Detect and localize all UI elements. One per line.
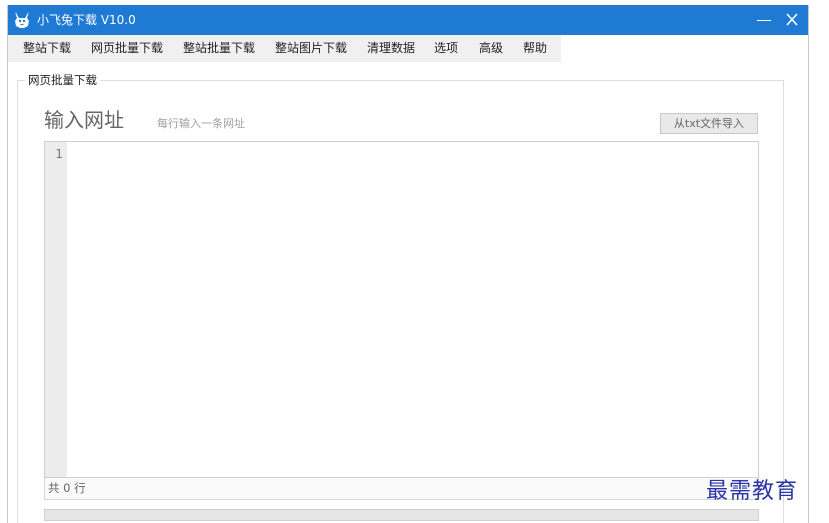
menu-options[interactable]: 选项 [434, 40, 458, 56]
group-legend: 网页批量下载 [25, 72, 100, 88]
import-from-txt-button[interactable]: 从txt文件导入 [660, 113, 758, 134]
line-count-text: 共 0 行 [48, 481, 86, 495]
menu-clear-data[interactable]: 清理数据 [367, 40, 415, 56]
close-button[interactable] [776, 5, 808, 35]
close-icon [786, 13, 798, 26]
bottom-panel-edge [44, 509, 759, 521]
window-title: 小飞兔下载 V10.0 [37, 13, 136, 27]
menu-batch-site-download[interactable]: 整站批量下载 [183, 40, 255, 56]
menu-batch-page-download[interactable]: 网页批量下载 [91, 40, 163, 56]
url-input-hint: 每行输入一条网址 [157, 117, 245, 130]
title-bar[interactable]: 小飞兔下载 V10.0 [8, 5, 808, 35]
menu-bar: 整站下载 网页批量下载 整站批量下载 整站图片下载 清理数据 选项 高级 帮助 [8, 35, 561, 62]
url-section-title: 输入网址 [44, 108, 124, 132]
url-editor[interactable]: 1 [44, 141, 759, 478]
line-count-bar: 共 0 行 [44, 478, 759, 500]
rabbit-icon [13, 11, 31, 29]
line-number: 1 [55, 147, 63, 161]
menu-advanced[interactable]: 高级 [479, 40, 503, 56]
minimize-icon [757, 20, 771, 21]
menu-help[interactable]: 帮助 [523, 40, 547, 56]
watermark-text: 最需教育 [706, 479, 799, 504]
screen: 小飞兔下载 V10.0 整站下载 网页批量下载 整站批量下载 整站图片下载 清理… [0, 0, 829, 523]
menu-site-download[interactable]: 整站下载 [23, 40, 71, 56]
menu-site-image-download[interactable]: 整站图片下载 [275, 40, 347, 56]
url-text-area[interactable] [67, 142, 758, 477]
line-number-gutter: 1 [45, 142, 67, 477]
